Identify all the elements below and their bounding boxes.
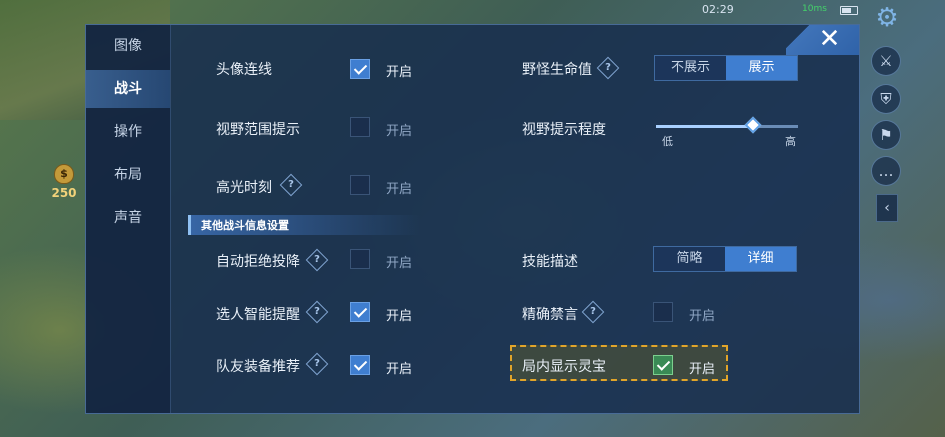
- skill-desc-label: 技能描述: [522, 254, 578, 270]
- battery-icon: [840, 6, 858, 15]
- teammate-equip-on-text: 开启: [386, 362, 413, 377]
- auto-reject-checkbox[interactable]: [350, 249, 370, 269]
- help-icon[interactable]: ?: [305, 300, 329, 324]
- help-icon[interactable]: ?: [279, 173, 303, 197]
- sword-icon[interactable]: ⚔: [871, 46, 901, 76]
- precise-mute-on-text: 开启: [689, 309, 716, 324]
- section-header: 其他战斗信息设置: [188, 215, 421, 235]
- target-hp-hide-option[interactable]: 不展示: [655, 56, 726, 80]
- show-spirit-label: 局内显示灵宝: [522, 359, 606, 375]
- teammate-equip-checkbox[interactable]: [350, 355, 370, 375]
- section-title: 其他战斗信息设置: [201, 219, 289, 232]
- tab-combat[interactable]: 战斗: [86, 70, 170, 108]
- flag-icon[interactable]: ⚑: [871, 120, 901, 150]
- avatar-link-label: 头像连线: [216, 62, 272, 78]
- ping-value: 10ms: [802, 4, 827, 14]
- precise-mute-label: 精确禁言: [522, 307, 578, 323]
- gold-counter: $ 250: [46, 164, 82, 200]
- help-icon[interactable]: ?: [596, 56, 620, 80]
- settings-panel: 图像 战斗 操作 布局 声音 ✕ 头像连线 开启 视野范围提示 开启 高光时刻 …: [85, 24, 860, 414]
- teammate-equip-label: 队友装备推荐: [216, 359, 300, 375]
- smart-pick-on-text: 开启: [386, 309, 413, 324]
- gold-amount: 250: [51, 186, 77, 200]
- tab-controls[interactable]: 操作: [86, 113, 170, 151]
- close-button[interactable]: ✕: [786, 25, 859, 55]
- auto-reject-on-text: 开启: [386, 256, 413, 271]
- help-icon[interactable]: ?: [581, 300, 605, 324]
- skill-desc-detail-option[interactable]: 详细: [725, 247, 796, 271]
- help-icon[interactable]: ?: [305, 248, 329, 272]
- vision-range-checkbox[interactable]: [350, 117, 370, 137]
- highlight-moment-on-text: 开启: [386, 182, 413, 197]
- gear-icon[interactable]: ⚙: [873, 4, 901, 32]
- highlight-moment-label: 高光时刻: [216, 180, 272, 196]
- show-spirit-on-text: 开启: [689, 362, 716, 377]
- vision-range-on-text: 开启: [386, 124, 413, 139]
- tab-graphics[interactable]: 图像: [86, 27, 170, 65]
- show-spirit-checkbox[interactable]: [653, 355, 673, 375]
- collapse-icon[interactable]: ‹: [876, 194, 898, 222]
- vision-level-slider-fill: [656, 125, 753, 128]
- vision-level-label: 视野提示程度: [522, 122, 606, 138]
- tab-layout[interactable]: 布局: [86, 156, 170, 194]
- vision-level-slider[interactable]: [656, 116, 798, 134]
- vision-level-high-label: 高: [785, 135, 796, 148]
- smart-pick-checkbox[interactable]: [350, 302, 370, 322]
- skill-desc-segmented: 简略 详细: [653, 246, 797, 272]
- status-bar: 02:29 10ms: [680, 2, 860, 18]
- smart-pick-label: 选人智能提醒: [216, 307, 300, 323]
- match-clock: 02:29: [702, 3, 734, 16]
- help-icon[interactable]: ?: [305, 352, 329, 376]
- target-hp-label: 野怪生命值: [522, 62, 592, 78]
- precise-mute-checkbox[interactable]: [653, 302, 673, 322]
- tab-sound[interactable]: 声音: [86, 199, 170, 237]
- highlight-moment-checkbox[interactable]: [350, 175, 370, 195]
- auto-reject-label: 自动拒绝投降: [216, 254, 300, 270]
- gold-bag-icon: $: [54, 164, 74, 184]
- vision-range-label: 视野范围提示: [216, 122, 300, 138]
- avatar-link-checkbox[interactable]: [350, 59, 370, 79]
- settings-sidenav: 图像 战斗 操作 布局 声音: [86, 25, 171, 413]
- target-hp-segmented: 不展示 展示: [654, 55, 798, 81]
- skill-desc-brief-option[interactable]: 简略: [654, 247, 725, 271]
- vision-level-low-label: 低: [662, 135, 673, 148]
- shield-icon[interactable]: ⛨: [871, 84, 901, 114]
- avatar-link-on-text: 开启: [386, 65, 413, 80]
- chat-icon[interactable]: …: [871, 156, 901, 186]
- vision-level-slider-thumb[interactable]: [744, 116, 762, 134]
- target-hp-show-option[interactable]: 展示: [726, 56, 797, 80]
